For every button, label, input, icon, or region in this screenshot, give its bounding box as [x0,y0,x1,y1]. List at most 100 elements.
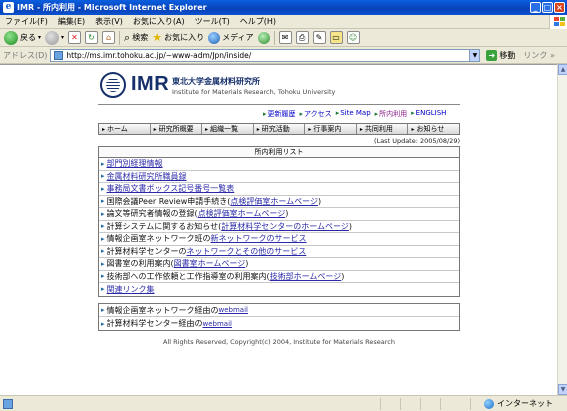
list-link[interactable]: 計算材料学センターのホームページ [221,221,349,232]
toplink-access[interactable]: アクセス [300,109,332,119]
copyright-footer: All Rights Reserved, Copyright(c) 2004, … [163,338,395,346]
list-link[interactable]: 部門別経理情報 [107,158,163,169]
address-input[interactable]: http://ms.imr.tohoku.ac.jp/~www-adm/Jpn/… [50,48,471,62]
close-button[interactable]: × [554,2,565,13]
star-icon: ★ [152,31,163,44]
zone-label: インターネット [497,399,553,408]
page-icon [54,50,64,60]
minimize-button[interactable]: _ [530,2,541,13]
search-icon: ⌕ [124,30,131,44]
list-link[interactable]: ネットワークとその他のサービス [187,246,307,257]
search-label: 検索 [132,33,149,42]
page-viewport: IMR 東北大学金属材料研究所 Institute for Materials … [0,64,557,395]
toolbar: 戻る ▾ ▾ ✕ ↻ ⌂ ⌕ 検索 ★ お気に入り メディア ✉ ⎙ ✎ ▭ ☺ [0,29,567,47]
home-icon[interactable]: ⌂ [102,31,116,44]
address-label: アドレス(D) [3,50,48,60]
nav-research[interactable]: 研究活動 [254,124,306,134]
links-button[interactable]: リンク » [523,50,554,61]
list-title: 所内利用リスト [99,147,459,158]
title-bar: e IMR - 所内利用 - Microsoft Internet Explor… [0,0,567,15]
list-link[interactable]: 技術部ホームページ [270,271,342,282]
internet-globe-icon [484,398,494,409]
maximize-button[interactable]: □ [542,2,553,13]
nav-home[interactable]: ホーム [99,124,151,134]
webmail-link[interactable]: webmail [203,320,232,328]
messenger-icon[interactable]: ☺ [346,31,360,44]
print-icon[interactable]: ⎙ [295,31,309,44]
site-header: IMR 東北大学金属材料研究所 Institute for Materials … [98,69,460,105]
page-done-icon [3,398,13,409]
list-item: 事務局文書ボックス記号番号一覧表 [99,183,459,196]
scroll-up-icon[interactable]: ▲ [558,64,567,75]
windows-logo-icon [549,15,567,29]
org-name-jp: 東北大学金属材料研究所 [172,77,260,86]
list-item: 技術部への工作依頼と工作指導室の利用案内(技術部ホームページ) [99,271,459,283]
list-item: 関連リンク集 [99,283,459,296]
list-link[interactable]: 金属材料研究所職員録 [107,171,187,182]
nav-news[interactable]: お知らせ [408,124,459,134]
list-item: 情報企画室ネットワーク班の新ネットワークのサービス [99,233,459,246]
list-item: 国際会議Peer Review申請手続き(点検評価室ホームページ) [99,196,459,208]
favorites-label: お気に入り [164,33,205,42]
menu-help[interactable]: ヘルプ(H) [235,16,281,27]
list-link[interactable]: 新ネットワークのサービス [211,233,307,244]
back-button[interactable]: 戻る ▾ [4,30,41,45]
status-bar: インターネット [0,395,567,411]
nav-organization[interactable]: 組織一覧 [202,124,254,134]
site-logo-text[interactable]: IMR [131,73,169,96]
menu-favorites[interactable]: お気に入り(A) [128,16,190,27]
list-item: 計算材料学センターのネットワークとその他のサービス [99,246,459,258]
go-button[interactable]: ➜ 移動 [486,49,516,61]
history-icon[interactable] [257,31,270,44]
search-button[interactable]: ⌕ 検索 [124,31,148,45]
top-links: 更新履歴 アクセス Site Map 所内利用 ENGLISH [263,109,447,119]
nav-events[interactable]: 行事案内 [305,124,357,134]
internal-use-list: 所内利用リスト 部門別経理情報金属材料研究所職員録事務局文書ボックス記号番号一覧… [98,146,460,297]
discuss-icon[interactable]: ▭ [329,31,343,44]
security-zone: インターネット [484,398,553,409]
address-dropdown-icon[interactable]: ▼ [469,48,481,62]
main-nav: ホーム 研究所概要 組織一覧 研究活動 行事案内 共同利用 お知らせ [98,123,460,135]
list-link[interactable]: 関連リンク集 [107,284,155,295]
list-item: 計算システムに関するお知らせ(計算材料学センターのホームページ) [99,221,459,233]
toplink-sitemap[interactable]: Site Map [336,109,370,119]
list-link[interactable]: 図書室ホームページ [174,258,246,269]
list-item: 論文等研究者情報の登録(点検評価室ホームページ) [99,208,459,221]
list-link[interactable]: 点検評価室ホームページ [198,208,286,219]
menu-tools[interactable]: ツール(T) [190,16,235,27]
forward-arrow-icon [45,30,60,45]
refresh-icon[interactable]: ↻ [85,31,99,44]
address-url: http://ms.imr.tohoku.ac.jp/~www-adm/Jpn/… [66,50,252,60]
menu-edit[interactable]: 編集(E) [53,16,90,27]
go-arrow-icon: ➜ [486,49,498,61]
list-item: 情報企画室ネットワーク経由のwebmail [99,304,459,317]
favorites-button[interactable]: ★ お気に入り [152,31,204,44]
back-arrow-icon [4,30,18,45]
stop-icon[interactable]: ✕ [68,31,82,44]
scroll-down-icon[interactable]: ▼ [558,384,567,395]
nav-overview[interactable]: 研究所概要 [151,124,203,134]
go-label: 移動 [499,50,516,60]
edit-icon[interactable]: ✎ [312,31,326,44]
imr-logo-icon[interactable] [100,72,126,98]
list-link[interactable]: 事務局文書ボックス記号番号一覧表 [107,183,235,194]
list-item: 図書室の利用案内(図書室ホームページ) [99,258,459,271]
webmail-link[interactable]: webmail [219,306,248,314]
back-label: 戻る [20,33,36,42]
toplink-english[interactable]: ENGLISH [411,109,447,119]
list-item: 計算材料学センター経由のwebmail [99,317,459,330]
media-button[interactable]: メディア [208,31,254,44]
mail-icon[interactable]: ✉ [278,31,292,44]
list-item: 部門別経理情報 [99,158,459,171]
menu-file[interactable]: ファイル(F) [0,16,53,27]
forward-button[interactable]: ▾ [45,30,64,45]
vertical-scrollbar[interactable]: ▲ ▼ [557,64,567,395]
last-update: (Last Update: 2005/08/29) [374,137,460,145]
toplink-internal[interactable]: 所内利用 [375,109,407,119]
window-title: IMR - 所内利用 - Microsoft Internet Explorer [17,3,207,12]
nav-joint-use[interactable]: 共同利用 [357,124,409,134]
toplink-history[interactable]: 更新履歴 [263,109,296,119]
list-link[interactable]: 点検評価室ホームページ [230,196,318,207]
menu-view[interactable]: 表示(V) [90,16,128,27]
menu-bar: ファイル(F) 編集(E) 表示(V) お気に入り(A) ツール(T) ヘルプ(… [0,15,567,29]
